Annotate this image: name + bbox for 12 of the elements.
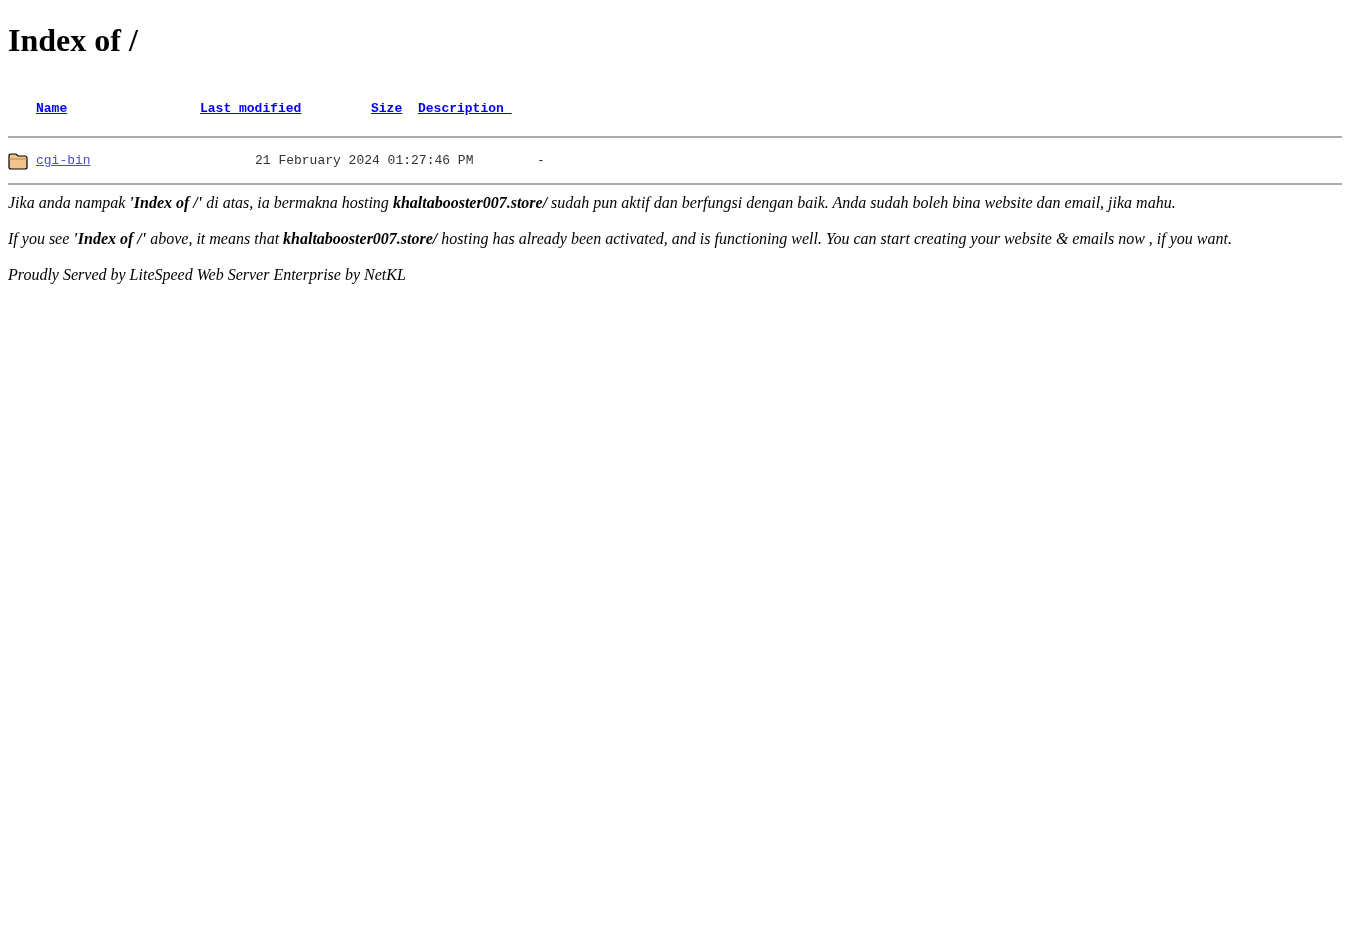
page-title: Index of / [8,21,139,59]
info-paragraph: Jika anda nampak 'Index of /' di atas, ia bermakna hosting khaltabooster007.store/ sudah pun aktif dan berfungsi dengan baik. Anda sudah boleh bina website dan email, jika mahu. [8,193,1177,214]
folder-icon [8,152,28,170]
modified-date: 21 February 2024 01:27:46 PM [255,152,475,171]
column-header-link[interactable]: Last modified [200,100,302,116]
column-header-link[interactable]: Size [371,100,403,116]
info-paragraph: Proudly Served by LiteSpeed Web Server Enterprise by NetKL [8,265,407,286]
column-header-link[interactable]: Description [418,100,512,116]
column-header-link[interactable]: Name [36,100,68,116]
info-paragraph: If you see 'Index of /' above, it means that khaltabooster007.store/ hosting has already been activated, and is functioning well. You can start creating your website & emails now , if you want. [8,229,1233,250]
directory-link[interactable]: cgi-bin [36,153,91,169]
file-size: - [537,152,545,171]
